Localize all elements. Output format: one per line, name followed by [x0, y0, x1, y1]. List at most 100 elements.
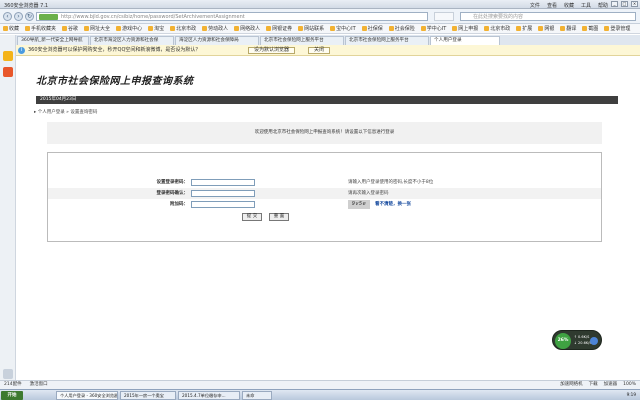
status-left-2[interactable]: 激活窗口	[30, 381, 48, 389]
page-content: 北京市社会保险网上申报查询系统 2015年04月23日 ▸ 个人用户登录 » 设…	[16, 56, 640, 380]
fav-item[interactable]: 网银	[538, 25, 554, 32]
status-bar: 214配件 激活窗口 加速网络机 下载 加速器 100%	[0, 380, 640, 389]
menu-view[interactable]: 查看	[547, 2, 557, 9]
network-speed-widget[interactable]: 26% ↑ 0.6K/S ↓ 20.6K/S	[552, 330, 602, 350]
confirm-label: 登录密码确认：	[156, 191, 189, 196]
fav-item[interactable]: 网上申报	[452, 25, 478, 32]
menu-tools[interactable]: 工具	[581, 2, 591, 9]
address-bar: ‹ › ↻ http://www.bjld.gov.cn/csibiz/home…	[0, 9, 640, 24]
upload-speed: ↑ 0.6K/S	[574, 335, 590, 339]
infobar-text: 360安全浏览器可以保护网购安全，秒开QQ空间和新浪微博，是否设为默认？	[28, 47, 201, 53]
back-button[interactable]: ‹	[3, 12, 12, 21]
taskbar-item-doc1[interactable]: 2015年一房一个奥宝	[120, 391, 176, 400]
date-bar: 2015年04月23日	[36, 96, 618, 104]
menu-help[interactable]: 帮助	[598, 2, 608, 9]
fav-item[interactable]: 游戏中心	[116, 25, 142, 32]
form-row-confirm: 登录密码确认： 请再次输入登录密码	[48, 188, 601, 199]
tab-personal-login[interactable]: 个人用户登录	[430, 36, 500, 45]
fav-item[interactable]: 北京市政	[484, 25, 510, 32]
page-tools-button[interactable]	[434, 12, 454, 21]
status-accelerate[interactable]: 加速网络机	[560, 381, 583, 389]
minimize-button[interactable]: _	[611, 1, 618, 7]
url-text: http://www.bjld.gov.cn/csibiz/home/passw…	[61, 14, 245, 20]
reset-button[interactable]: 重 置	[269, 213, 289, 221]
set-default-button[interactable]: 设为默认浏览器	[248, 47, 296, 54]
fav-item[interactable]: 收藏	[3, 25, 19, 32]
tab-social-insurance-2[interactable]: 北京市社会保险网上服务平台	[345, 36, 429, 45]
submit-button[interactable]: 提 交	[242, 213, 262, 221]
confirm-hint: 请再次输入登录密码	[348, 191, 389, 196]
captcha-image: 9v5e	[348, 200, 370, 209]
fav-item[interactable]: 网银证券	[266, 25, 292, 32]
fav-item[interactable]: 手机收藏夹	[25, 25, 56, 32]
tab-360-nav[interactable]: 360导航_新一代安全上网导航	[17, 36, 89, 45]
window-controls: _ □ ×	[611, 1, 638, 7]
arrow-icon: ▸	[34, 110, 37, 115]
fav-item[interactable]: 截图	[582, 25, 598, 32]
forward-button[interactable]: ›	[14, 12, 23, 21]
status-left-1[interactable]: 214配件	[4, 381, 22, 389]
fav-item[interactable]: 网络政人	[234, 25, 260, 32]
speed-percent: 26%	[555, 333, 571, 349]
menu-favorites[interactable]: 收藏	[564, 2, 574, 9]
fav-item[interactable]: 扩展	[516, 25, 532, 32]
url-input[interactable]: http://www.bjld.gov.cn/csibiz/home/passw…	[36, 12, 428, 21]
fav-item[interactable]: 北京市政	[170, 25, 196, 32]
tab-haidian-hr[interactable]: 北京市海淀区人力资源和社会保	[90, 36, 174, 45]
os-taskbar: 开始 个人用户登录 - 360安全浏览器 2015年一房一个奥宝 2015.4.…	[0, 389, 640, 400]
confirm-password-input[interactable]	[191, 190, 255, 197]
fav-item[interactable]: 学中心IT	[420, 25, 446, 32]
captcha-input[interactable]	[191, 201, 255, 208]
tab-social-insurance-1[interactable]: 北京市社会保险网上服务平台	[260, 36, 344, 45]
menu-file[interactable]: 文件	[530, 2, 540, 9]
captcha-label: 附加码：	[170, 202, 188, 207]
close-button[interactable]: ×	[631, 1, 638, 7]
status-download[interactable]: 下载	[589, 381, 598, 389]
fav-item[interactable]: 社保保	[361, 25, 383, 32]
window-title: 360安全浏览器 7.1	[4, 3, 49, 9]
weibo-icon[interactable]	[3, 67, 13, 77]
maximize-button[interactable]: □	[621, 1, 628, 7]
default-browser-infobar: i 360安全浏览器可以保护网购安全，秒开QQ空间和新浪微博，是否设为默认？ 设…	[16, 45, 640, 56]
star-icon[interactable]	[3, 51, 13, 61]
fav-item[interactable]: 宝中心IT	[330, 25, 356, 32]
download-speed: ↓ 20.6K/S	[574, 341, 592, 345]
site-logo: 北京市社会保险网上申报查询系统	[36, 76, 194, 87]
status-accelerator[interactable]: 加速器	[604, 381, 618, 389]
breadcrumb: ▸ 个人用户登录 » 设置查询密码	[34, 109, 97, 115]
system-tray: 9:19	[627, 392, 636, 397]
fav-item[interactable]: 翻译	[560, 25, 576, 32]
menu-bar: 文件 查看 收藏 工具 帮助	[530, 2, 608, 9]
zoom-level[interactable]: 100%	[623, 381, 636, 389]
fav-item[interactable]: 劳动政人	[202, 25, 228, 32]
infobar-close-button[interactable]: 关闭	[308, 47, 331, 54]
tab-haidian-bureau[interactable]: 海淀区人力资源和社会保障局	[175, 36, 259, 45]
password-input[interactable]	[191, 179, 255, 186]
search-placeholder: 在此处搜索要找的内容	[473, 14, 524, 20]
tray-clock[interactable]: 9:19	[627, 392, 636, 397]
tab-bar: 360导航_新一代安全上网导航 北京市海淀区人力资源和社会保 海淀区人力资源和社…	[16, 35, 640, 45]
fav-item[interactable]: 社会保险	[388, 25, 415, 32]
add-icon[interactable]	[3, 369, 13, 379]
fav-item[interactable]: 网址大全	[84, 25, 110, 32]
taskbar-item-browser[interactable]: 个人用户登录 - 360安全浏览器	[56, 391, 118, 400]
form-row-password: 设置登录密码： 请输入用户登录使用的密码,长度不小于8位	[48, 177, 601, 188]
fav-item[interactable]: 谷歌	[62, 25, 78, 32]
refresh-icon[interactable]: ↻	[25, 12, 34, 21]
welcome-message: 欢迎使用北京市社会保险网上申报查询系统！请设置以下信息进行登录	[47, 122, 602, 144]
taskbar-item-untitled[interactable]: 未命	[242, 391, 272, 400]
taskbar-item-doc2[interactable]: 2015.4.7单位缴存申...	[178, 391, 240, 400]
secure-site-icon	[39, 14, 58, 20]
fav-item[interactable]: 网站联系	[298, 25, 324, 32]
search-input[interactable]: 在此处搜索要找的内容	[460, 12, 636, 21]
favorites-bar: 收藏 手机收藏夹 谷歌 网址大全 游戏中心 淘宝 北京市政 劳动政人 网络政人 …	[0, 24, 640, 34]
fav-item[interactable]: 淘宝	[148, 25, 164, 32]
info-icon: i	[18, 47, 25, 54]
password-form: 设置登录密码： 请输入用户登录使用的密码,长度不小于8位 登录密码确认： 请再次…	[47, 152, 602, 242]
fav-item[interactable]: 登录管理	[604, 25, 630, 32]
start-button[interactable]: 开始	[1, 391, 23, 400]
captcha-refresh-link[interactable]: 看不清楚，换一张	[375, 199, 411, 210]
speed-ball-icon	[590, 337, 598, 345]
password-label: 设置登录密码：	[156, 180, 189, 185]
sidebar-strip	[0, 35, 16, 380]
